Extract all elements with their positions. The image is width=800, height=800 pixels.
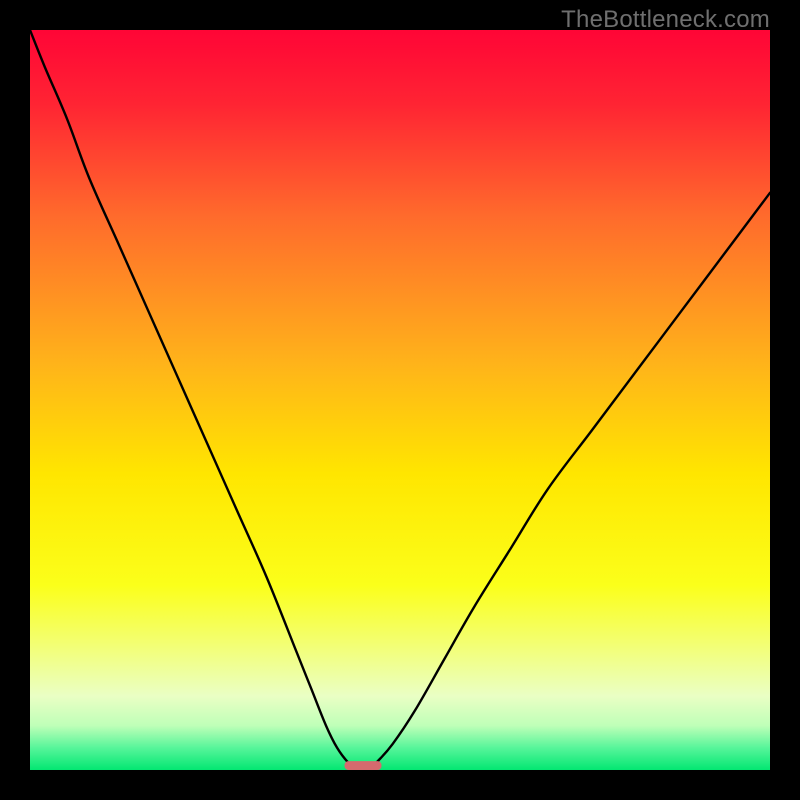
chart-frame: [30, 30, 770, 770]
bottleneck-marker: [345, 761, 382, 770]
bottleneck-chart: [30, 30, 770, 770]
gradient-background: [30, 30, 770, 770]
